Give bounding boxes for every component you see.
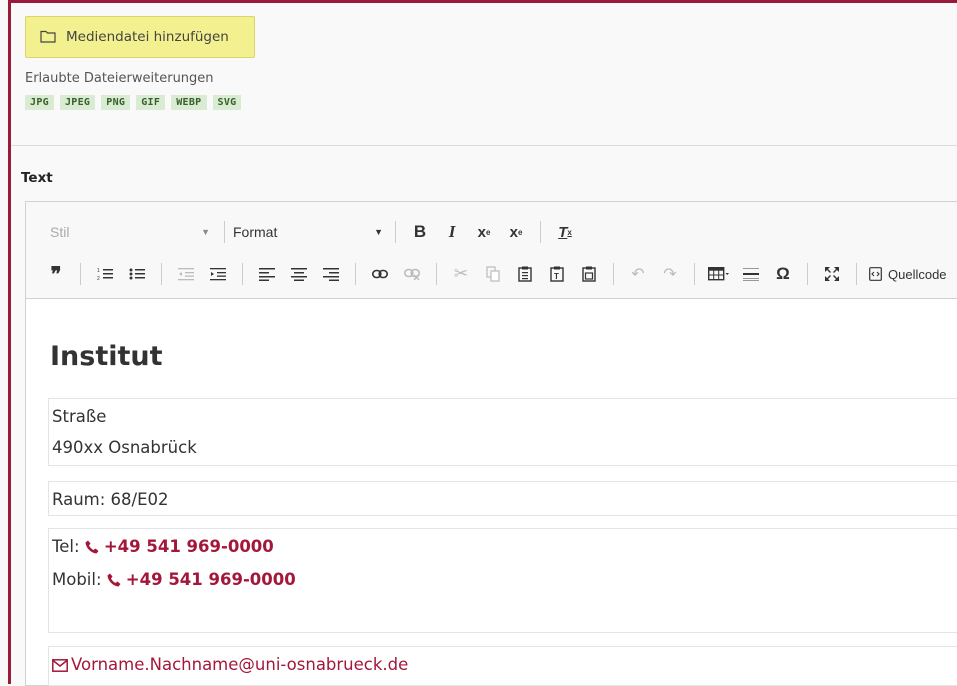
tel-label: Tel: <box>52 537 80 556</box>
extension-badge: JPEG <box>59 95 96 110</box>
special-char-icon[interactable]: Ω <box>767 261 799 287</box>
tel-number: +49 541 969-0000 <box>103 537 274 556</box>
extension-badge: JPG <box>25 95 54 110</box>
extension-badge: PNG <box>101 95 131 110</box>
cut-icon[interactable]: ✂ <box>445 261 477 287</box>
copy-icon[interactable] <box>477 261 509 287</box>
institute-heading: Institut <box>50 341 163 372</box>
rich-text-editor: Stil ▼ Format ▼ B I xe xe Tx ❞ 1 2 ✂ T ↶… <box>25 201 957 686</box>
format-dropdown-label: Format <box>233 224 278 240</box>
envelope-icon <box>52 651 68 682</box>
extension-list: JPG JPEG PNG GIF WEBP SVG <box>25 95 242 110</box>
form-panel: Mediendatei hinzufügen Erlaubte Dateierw… <box>8 0 957 686</box>
address-street: Straße <box>52 407 107 426</box>
chevron-down-icon: ▼ <box>201 227 210 237</box>
toolbar-separator <box>224 221 225 243</box>
maximize-icon[interactable] <box>816 261 848 287</box>
add-media-button[interactable]: Mediendatei hinzufügen <box>25 16 255 58</box>
email-block: Vorname.Nachname@uni-osnabrueck.de <box>48 646 957 686</box>
email-address: Vorname.Nachname@uni-osnabrueck.de <box>71 655 409 674</box>
italic-icon[interactable]: I <box>436 219 468 245</box>
chevron-down-icon: ▼ <box>374 227 383 237</box>
extension-badge: WEBP <box>171 95 207 110</box>
toolbar-separator <box>355 263 356 285</box>
blockquote-icon[interactable]: ❞ <box>40 261 72 287</box>
toolbar-separator <box>395 221 396 243</box>
paste-icon[interactable] <box>509 261 541 287</box>
extension-badge: GIF <box>136 95 166 110</box>
mobile-link[interactable]: +49 541 969-0000 <box>107 570 296 589</box>
numbered-list-icon[interactable]: 12 <box>89 261 121 287</box>
source-button-label: Quellcode <box>888 266 947 282</box>
svg-text:T: T <box>554 272 559 281</box>
bullet-list-icon[interactable] <box>121 261 153 287</box>
toolbar-separator <box>436 263 437 285</box>
folder-icon <box>40 30 58 43</box>
remove-format-icon[interactable]: Tx <box>549 219 581 245</box>
room-text: Raum: 68/E02 <box>52 490 169 509</box>
horizontal-rule-icon[interactable] <box>735 261 767 287</box>
phone-icon <box>107 566 121 597</box>
link-icon[interactable] <box>364 261 396 287</box>
toolbar-separator <box>540 221 541 243</box>
toolbar-separator <box>613 263 614 285</box>
toolbar-separator <box>242 263 243 285</box>
outdent-icon[interactable] <box>170 261 202 287</box>
style-dropdown[interactable]: Stil ▼ <box>50 224 210 240</box>
redo-icon[interactable]: ↷ <box>654 261 686 287</box>
mobile-label: Mobil: <box>52 570 102 589</box>
allowed-extensions-label: Erlaubte Dateierweiterungen <box>25 71 214 86</box>
extension-badge: SVG <box>212 95 242 110</box>
style-dropdown-label: Stil <box>50 224 70 240</box>
table-icon[interactable] <box>703 261 735 287</box>
source-code-icon <box>869 267 882 281</box>
editor-toolbar: Stil ▼ Format ▼ B I xe xe Tx ❞ 1 2 ✂ T ↶… <box>26 202 957 299</box>
align-right-icon[interactable] <box>315 261 347 287</box>
toolbar-separator <box>161 263 162 285</box>
superscript-icon[interactable]: xe <box>500 219 532 245</box>
section-divider <box>11 145 957 146</box>
tel-link[interactable]: +49 541 969-0000 <box>85 537 274 556</box>
svg-text:2: 2 <box>97 276 100 281</box>
phone-icon <box>85 533 99 564</box>
source-button[interactable]: Quellcode <box>865 261 951 287</box>
align-left-icon[interactable] <box>251 261 283 287</box>
toolbar-separator <box>694 263 695 285</box>
address-block: Straße 490xx Osnabrück <box>48 398 957 466</box>
text-field-label: Text <box>21 170 53 186</box>
align-center-icon[interactable] <box>283 261 315 287</box>
subscript-icon[interactable]: xe <box>468 219 500 245</box>
add-media-label: Mediendatei hinzufügen <box>66 29 229 45</box>
format-dropdown[interactable]: Format ▼ <box>233 224 383 240</box>
toolbar-separator <box>80 263 81 285</box>
undo-icon[interactable]: ↶ <box>622 261 654 287</box>
room-block: Raum: 68/E02 <box>48 481 957 516</box>
svg-text:1: 1 <box>97 268 100 274</box>
toolbar-separator <box>856 263 857 285</box>
mobile-number: +49 541 969-0000 <box>125 570 296 589</box>
phone-block: Tel: +49 541 969-0000 Mobil: +49 541 969… <box>48 528 957 633</box>
toolbar-separator <box>807 263 808 285</box>
address-city: 490xx Osnabrück <box>52 438 197 457</box>
paste-word-icon[interactable] <box>573 261 605 287</box>
bold-icon[interactable]: B <box>404 219 436 245</box>
indent-icon[interactable] <box>202 261 234 287</box>
paste-text-icon[interactable]: T <box>541 261 573 287</box>
email-link[interactable]: Vorname.Nachname@uni-osnabrueck.de <box>52 655 408 674</box>
unlink-icon[interactable] <box>396 261 428 287</box>
